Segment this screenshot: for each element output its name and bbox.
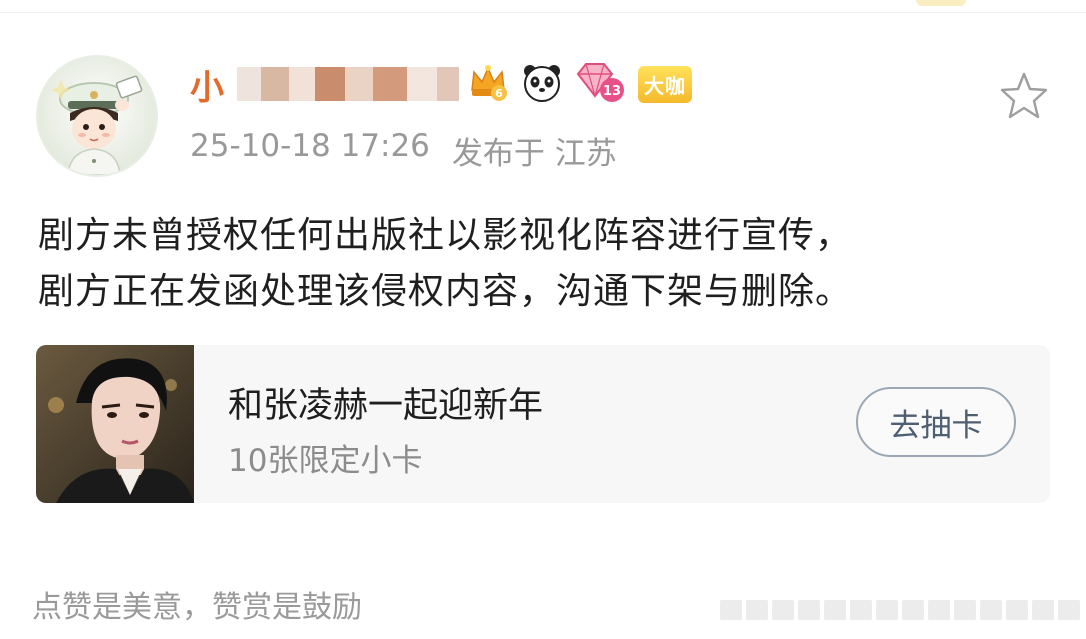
username-mosaic (237, 66, 459, 102)
user-badges: 6 13 大咖 (466, 60, 692, 108)
svg-text:6: 6 (495, 87, 503, 100)
draw-card-button[interactable]: 去抽卡 (856, 387, 1016, 457)
top-decoration (916, 0, 966, 6)
post-meta: 25-10-18 17:26 发布于 江苏 (190, 128, 617, 173)
promo-card[interactable]: 和张凌赫一起迎新年 10张限定小卡 去抽卡 (36, 345, 1050, 503)
post-location: 发布于 江苏 (451, 136, 617, 172)
avatar-illustration (51, 75, 143, 175)
card-title: 和张凌赫一起迎新年 (228, 386, 544, 426)
reward-placeholder (720, 600, 1080, 620)
post-body-line: 剧方正在发函处理该侵权内容，沟通下架与删除。 (38, 271, 853, 312)
username-row[interactable]: 小 (190, 60, 467, 109)
svg-text:13: 13 (603, 84, 621, 99)
post-body: 剧方未曾授权任何出版社以影视化阵容进行宣传， 剧方正在发函处理该侵权内容，沟通下… (38, 208, 1058, 320)
daka-badge[interactable]: 大咖 (638, 65, 692, 103)
star-icon[interactable] (998, 70, 1050, 122)
reward-prompt: 点赞是美意，赞赏是鼓励 (32, 590, 362, 625)
card-subtitle: 10张限定小卡 (228, 443, 423, 479)
panda-badge-icon[interactable] (520, 60, 564, 108)
username[interactable]: 小 (190, 60, 225, 109)
diamond-badge-icon[interactable]: 13 (574, 60, 628, 108)
post-timestamp: 25-10-18 17:26 (190, 128, 430, 164)
crown-badge-icon[interactable]: 6 (466, 60, 510, 108)
post-body-line: 剧方未曾授权任何出版社以影视化阵容进行宣传， (38, 215, 853, 256)
card-photo (36, 345, 194, 503)
avatar[interactable] (36, 55, 158, 177)
